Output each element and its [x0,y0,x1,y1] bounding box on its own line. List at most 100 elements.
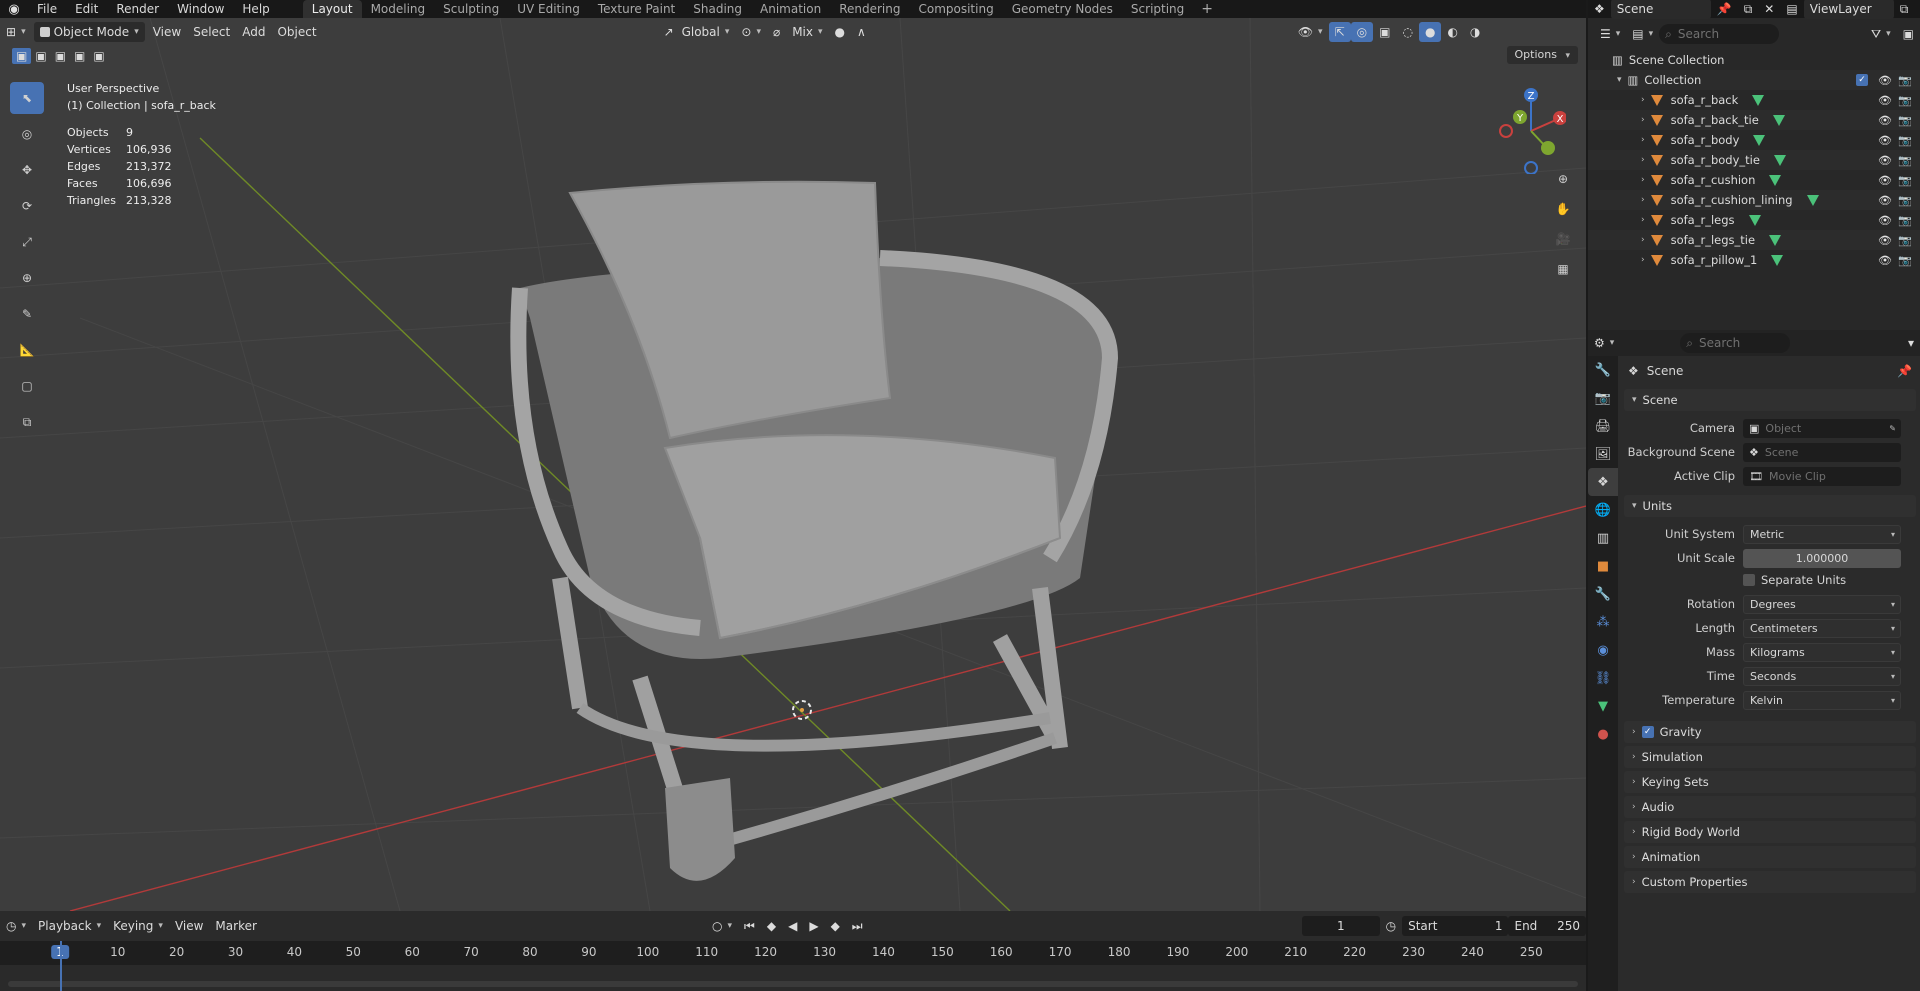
menu-render[interactable]: Render [107,0,168,18]
cursor-tool[interactable]: ◎ [10,118,44,150]
object-expand-icon[interactable]: › [1641,135,1645,145]
select-intersect-icon[interactable]: ▣ [89,48,108,64]
camera-view-icon[interactable]: 🎥 [1550,226,1576,252]
eye-icon[interactable]: 👁 [1878,194,1892,207]
particles-tab-icon[interactable]: ⁂ [1588,608,1618,636]
render-camera-icon[interactable]: 📷 [1898,194,1912,207]
unit-scale-field[interactable]: 1.000000 [1743,548,1901,568]
pin-context-icon[interactable]: 📌 [1897,364,1912,378]
scene-panel-header[interactable]: ▾ Scene [1624,389,1916,411]
separate-units-checkbox[interactable] [1743,574,1755,586]
snap-toggle[interactable]: ⌀ [767,22,786,42]
jump-start-icon[interactable]: ⏮ [738,916,761,936]
timeline-editor-type-icon[interactable]: ◷ ▾ [0,916,32,936]
tab-shading[interactable]: Shading [684,0,751,18]
viewlayer-icon[interactable]: ▤ [1780,0,1803,19]
render-camera-icon[interactable]: 📷 [1898,214,1912,227]
overlay-toggle[interactable]: ◎ [1350,22,1374,42]
prev-keyframe-icon[interactable]: ◆ [761,916,782,936]
auto-keying-toggle[interactable]: ○ ▾ [706,916,738,936]
chair-model[interactable] [510,180,1119,881]
mesh-data-icon[interactable] [1752,94,1765,106]
menu-edit[interactable]: Edit [66,0,107,18]
neg-x-axis-icon[interactable] [1499,124,1513,138]
collection-checkbox[interactable]: ✓ [1856,74,1868,86]
eyedropper-icon[interactable]: ✎ [1889,424,1896,433]
collection-row[interactable]: ▾ ▥ Collection ✓ 👁 📷 [1588,70,1920,90]
neg-y-axis-icon[interactable] [1541,141,1555,155]
animation-panel-header[interactable]: › Animation [1624,846,1916,868]
object-expand-icon[interactable]: › [1641,235,1645,245]
gizmo-toggle[interactable]: ⇱ [1328,22,1351,42]
editor-type-icon[interactable]: ⊞ ▾ [0,22,32,42]
rendered-shading-button[interactable]: ◑ [1464,22,1486,42]
scene-icon[interactable]: ❖ [1588,0,1611,19]
collection-eye-icon[interactable]: 👁 [1878,74,1892,87]
object-tab-icon[interactable]: ■ [1588,552,1618,580]
mesh-data-icon[interactable] [1748,214,1761,226]
outliner-object-row[interactable]: › sofa_r_back 👁 📷 [1588,90,1920,110]
current-frame-field[interactable]: 1 [1302,916,1380,936]
3d-viewport[interactable]: ⊞ ▾ Object Mode ▾ View Select Add Object ↗… [0,18,1586,911]
scene-collection-row[interactable]: ▥ Scene Collection [1588,50,1920,70]
wireframe-shading-button[interactable]: ◌ [1396,22,1418,42]
outliner-search-input[interactable]: ⌕ Search [1659,24,1780,44]
rotation-dropdown[interactable]: Degrees ▾ [1743,594,1901,614]
view-layer-tab-icon[interactable]: 🖼 [1588,440,1618,468]
transform-orientation-dropdown[interactable]: ↗ Global ▾ [658,22,736,42]
background-scene-field[interactable]: ❖ Scene [1743,442,1901,462]
tab-modeling[interactable]: Modeling [362,0,435,18]
annotate-tool[interactable]: ✎ [10,298,44,330]
rotate-tool[interactable]: ⟳ [10,190,44,222]
tab-animation[interactable]: Animation [751,0,830,18]
modifier-tab-icon[interactable]: 🔧 [1588,580,1618,608]
menu-file[interactable]: File [28,0,66,18]
outliner-object-row[interactable]: › sofa_r_cushion 👁 📷 [1588,170,1920,190]
outliner-object-row[interactable]: › sofa_r_body 👁 📷 [1588,130,1920,150]
menu-help[interactable]: Help [233,0,278,18]
outliner-object-row[interactable]: › sofa_r_body_tie 👁 📷 [1588,150,1920,170]
length-dropdown[interactable]: Centimeters ▾ [1743,618,1901,638]
frame-ruler[interactable]: 1102030405060708090100110120130140150160… [0,941,1586,965]
physics-tab-icon[interactable]: ◉ [1588,636,1618,664]
end-frame-field[interactable]: End 250 [1508,916,1586,936]
proportional-edit-toggle[interactable]: ● [829,22,851,42]
render-camera-icon[interactable]: 📷 [1898,254,1912,267]
display-mode-dropdown[interactable]: ▤ ▾ [1626,24,1659,44]
menu-add[interactable]: Add [236,22,271,42]
outliner-object-row[interactable]: › sofa_r_pillow_1 👁 📷 [1588,250,1920,270]
world-tab-icon[interactable]: 🌐 [1588,496,1618,524]
object-expand-icon[interactable]: › [1641,195,1645,205]
viewlayer-selector[interactable]: ViewLayer [1803,0,1894,19]
eye-icon[interactable]: 👁 [1878,134,1892,147]
visibility-dropdown[interactable]: 👁 ▾ [1292,22,1329,42]
tab-compositing[interactable]: Compositing [909,0,1002,18]
select-invert-icon[interactable]: ▣ [70,48,89,64]
render-camera-icon[interactable]: 📷 [1898,234,1912,247]
ortho-grid-icon[interactable]: ▦ [1550,256,1576,282]
material-shading-button[interactable]: ◐ [1441,22,1463,42]
start-frame-field[interactable]: Start 1 [1402,916,1509,936]
collection-expand-icon[interactable]: ▾ [1617,75,1622,85]
blender-logo-icon[interactable]: ◉ [0,2,28,17]
object-expand-icon[interactable]: › [1641,175,1645,185]
render-camera-icon[interactable]: 📷 [1898,114,1912,127]
keying-sets-panel-header[interactable]: › Keying Sets [1624,771,1916,793]
neg-z-axis-icon[interactable] [1524,161,1538,174]
render-camera-icon[interactable]: 📷 [1898,134,1912,147]
mesh-data-icon[interactable] [1806,194,1819,206]
simulation-panel-header[interactable]: › Simulation [1624,746,1916,768]
gravity-checkbox[interactable]: ✓ [1641,726,1654,738]
move-tool[interactable]: ✥ [10,154,44,186]
custom-properties-panel-header[interactable]: › Custom Properties [1624,871,1916,893]
active-clip-field[interactable]: 🎞 Movie Clip [1743,466,1901,486]
tab-layout[interactable]: Layout [302,0,362,18]
render-tab-icon[interactable]: 📷 [1588,384,1618,412]
delete-scene-icon[interactable]: ✕ [1758,0,1780,19]
menu-object[interactable]: Object [271,22,322,42]
outliner-object-row[interactable]: › sofa_r_back_tie 👁 📷 [1588,110,1920,130]
play-reverse-icon[interactable]: ◀ [782,916,803,936]
eye-icon[interactable]: 👁 [1878,214,1892,227]
tab-geometry-nodes[interactable]: Geometry Nodes [1003,0,1122,18]
render-camera-icon[interactable]: 📷 [1898,94,1912,107]
